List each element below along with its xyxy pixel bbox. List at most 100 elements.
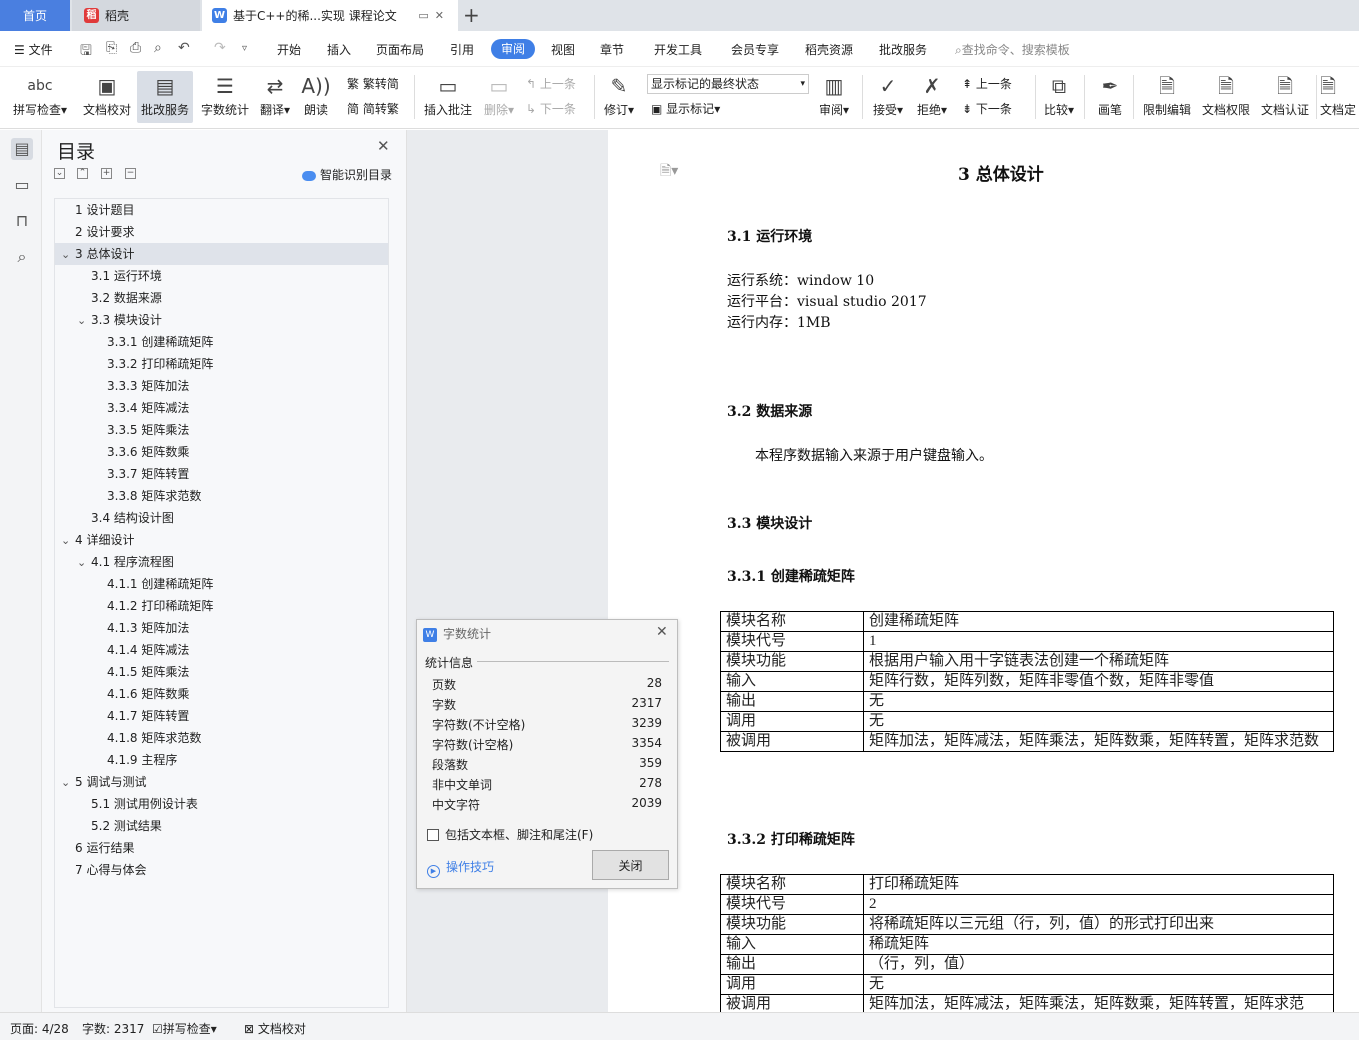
toc-item[interactable]: 3.4 结构设计图 [55, 507, 388, 529]
checkbox-box[interactable] [427, 829, 439, 841]
toc-item[interactable]: 5.1 测试用例设计表 [55, 793, 388, 815]
chevron-down-icon[interactable]: ⌄ [77, 552, 91, 574]
doc-rights-button[interactable]: 🗎 文档权限 [1199, 71, 1253, 123]
toc-pane-icon[interactable]: ▤ [11, 138, 33, 160]
revise-button[interactable]: ✎ 修订▾ [600, 71, 638, 123]
menu-insert[interactable]: 插入 [327, 41, 351, 58]
doc-cert-button[interactable]: 🗎 文档认证 [1258, 71, 1312, 123]
search-icon[interactable]: ⌕ [11, 246, 33, 268]
toc-item[interactable]: 3.3.6 矩阵数乘 [55, 441, 388, 463]
toc-item[interactable]: 3.2 数据来源 [55, 287, 388, 309]
include-textbox-checkbox[interactable]: 包括文本框、脚注和尾注(F) [427, 826, 593, 843]
toc-item[interactable]: 3.3.2 打印稀疏矩阵 [55, 353, 388, 375]
toc-item[interactable]: 3.3.5 矩阵乘法 [55, 419, 388, 441]
menu-daoke-resources[interactable]: 稻壳资源 [805, 41, 853, 58]
page-indicator[interactable]: 页面: 4/28 [10, 1020, 69, 1037]
tab-home[interactable]: 首页 [0, 0, 70, 31]
accept-button[interactable]: ✓ 接受▾ [868, 71, 908, 123]
toc-item[interactable]: 3.3.1 创建稀疏矩阵 [55, 331, 388, 353]
toc-item[interactable]: 4.1.2 打印稀疏矩阵 [55, 595, 388, 617]
toc-item[interactable]: 4.1.4 矩阵减法 [55, 639, 388, 661]
collapse-all-icon[interactable]: ⌄ [54, 168, 65, 179]
next-change-button[interactable]: ⇟ 下一条 [962, 100, 1012, 117]
command-search[interactable]: ⌕查找命令、搜索模板 [955, 41, 1070, 58]
pen-button[interactable]: ✒ 画笔 [1092, 71, 1128, 123]
prev-comment-button[interactable]: ↰ 上一条 [526, 75, 576, 92]
toc-item[interactable]: 4.1.6 矩阵数乘 [55, 683, 388, 705]
menu-review-service[interactable]: 批改服务 [879, 41, 927, 58]
chevron-down-icon[interactable]: ⌄ [77, 310, 91, 332]
export-pdf-icon[interactable]: ⎘ [106, 40, 117, 56]
doc-proof-status[interactable]: ⊠ 文档校对 [244, 1020, 306, 1037]
menu-member[interactable]: 会员专享 [731, 41, 779, 58]
insert-comment-button[interactable]: ▭ 插入批注 [421, 71, 475, 123]
to-simplified-button[interactable]: 简 简转繁 [347, 100, 399, 117]
menu-devtools[interactable]: 开发工具 [654, 41, 702, 58]
review-pane-button[interactable]: ▥ 审阅▾ [815, 71, 853, 123]
menu-review[interactable]: 审阅 [491, 39, 535, 59]
delete-comment-button[interactable]: ▭ 删除▾ [480, 71, 518, 123]
translate-button[interactable]: ⇄ 翻译▾ [256, 71, 294, 123]
compare-button[interactable]: ⧉ 比较▾ [1040, 71, 1078, 123]
menu-layout[interactable]: 页面布局 [376, 41, 424, 58]
doc-proof-button[interactable]: ▣ 文档校对 [80, 71, 134, 123]
toc-item[interactable]: 3.3.8 矩阵求范数 [55, 485, 388, 507]
plus-icon[interactable]: + [101, 168, 112, 179]
to-traditional-button[interactable]: 繁 繁转简 [347, 75, 399, 92]
document-page[interactable]: 🗎▾ 3 总体设计 3.1 运行环境 运行系统：window 10 运行平台：v… [608, 130, 1359, 1012]
prev-change-button[interactable]: ⇞ 上一条 [962, 75, 1012, 92]
toc-item[interactable]: 4.1.3 矩阵加法 [55, 617, 388, 639]
restrict-edit-button[interactable]: 🗎 限制编辑 [1140, 71, 1194, 123]
toc-item[interactable]: 4.1.1 创建稀疏矩阵 [55, 573, 388, 595]
toc-item[interactable]: 7 心得与体会 [55, 859, 388, 881]
menu-start[interactable]: 开始 [277, 41, 301, 58]
close-button[interactable]: 关闭 [592, 850, 669, 880]
chevron-down-icon[interactable]: ⌄ [61, 772, 75, 794]
reject-button[interactable]: ✗ 拒绝▾ [912, 71, 952, 123]
new-tab-button[interactable]: + [463, 3, 480, 27]
chevron-down-icon[interactable]: ⌄ [61, 530, 75, 552]
toc-item[interactable]: 3.3.7 矩阵转置 [55, 463, 388, 485]
review-service-button[interactable]: ▤ 批改服务 [137, 71, 193, 123]
smart-toc-button[interactable]: 智能识别目录 [302, 166, 392, 183]
undo-icon[interactable]: ↶ [178, 40, 190, 56]
toc-item[interactable]: ⌄ 4 详细设计 [55, 529, 388, 551]
menu-reference[interactable]: 引用 [450, 41, 474, 58]
toc-item[interactable]: ⌄ 3.3 模块设计 [55, 309, 388, 331]
toc-item[interactable]: 3.3.3 矩阵加法 [55, 375, 388, 397]
save-icon[interactable]: 🖫 [80, 40, 92, 64]
toc-item[interactable]: 4.1.5 矩阵乘法 [55, 661, 388, 683]
tab-daoke[interactable]: 稻稻壳 [72, 0, 200, 31]
chevron-down-icon[interactable]: ⌄ [61, 244, 75, 266]
redo-icon[interactable]: ↷ [214, 40, 226, 56]
mark-state-select[interactable]: 显示标记的最终状态 ▾ [647, 74, 809, 94]
print-preview-icon[interactable]: ⌕ [154, 40, 162, 56]
word-count-button[interactable]: ☰ 字数统计 [198, 71, 252, 123]
toc-item[interactable]: ⌄ 3 总体设计 [55, 243, 388, 265]
close-icon[interactable]: ✕ [377, 137, 390, 155]
file-menu[interactable]: ☰ 文件 [14, 41, 53, 58]
toc-item[interactable]: 5.2 测试结果 [55, 815, 388, 837]
toc-item[interactable]: 4.1.9 主程序 [55, 749, 388, 771]
toc-item[interactable]: 3.3.4 矩阵减法 [55, 397, 388, 419]
menu-chapter[interactable]: 章节 [600, 41, 624, 58]
toc-item[interactable]: 2 设计要求 [55, 221, 388, 243]
toc-item[interactable]: 1 设计题目 [55, 199, 388, 221]
chapter-nav-icon[interactable]: ▭ [11, 174, 33, 196]
menu-view[interactable]: 视图 [551, 41, 575, 58]
toc-item[interactable]: 4.1.7 矩阵转置 [55, 705, 388, 727]
show-marks-button[interactable]: ▣ 显示标记▾ [651, 100, 720, 117]
toc-item[interactable]: 4.1.8 矩阵求范数 [55, 727, 388, 749]
bookmark-icon[interactable]: ⊓ [11, 210, 33, 232]
toc-item[interactable]: 6 运行结果 [55, 837, 388, 859]
tips-link[interactable]: ▶ 操作技巧 [427, 858, 494, 878]
minus-icon[interactable]: − [125, 168, 136, 179]
toc-item[interactable]: ⌄ 5 调试与测试 [55, 771, 388, 793]
tab-document[interactable]: W 基于C++的稀...实现 课程论文 ▭✕ [202, 0, 458, 31]
tab-controls[interactable]: ▭✕ [418, 9, 450, 22]
toc-item[interactable]: 3.1 运行环境 [55, 265, 388, 287]
next-comment-button[interactable]: ↳ 下一条 [526, 100, 576, 117]
word-count-indicator[interactable]: 字数: 2317 [82, 1020, 144, 1037]
customize-dropdown-icon[interactable]: ▿ [242, 43, 247, 54]
read-aloud-button[interactable]: A)) 朗读 [298, 71, 334, 123]
